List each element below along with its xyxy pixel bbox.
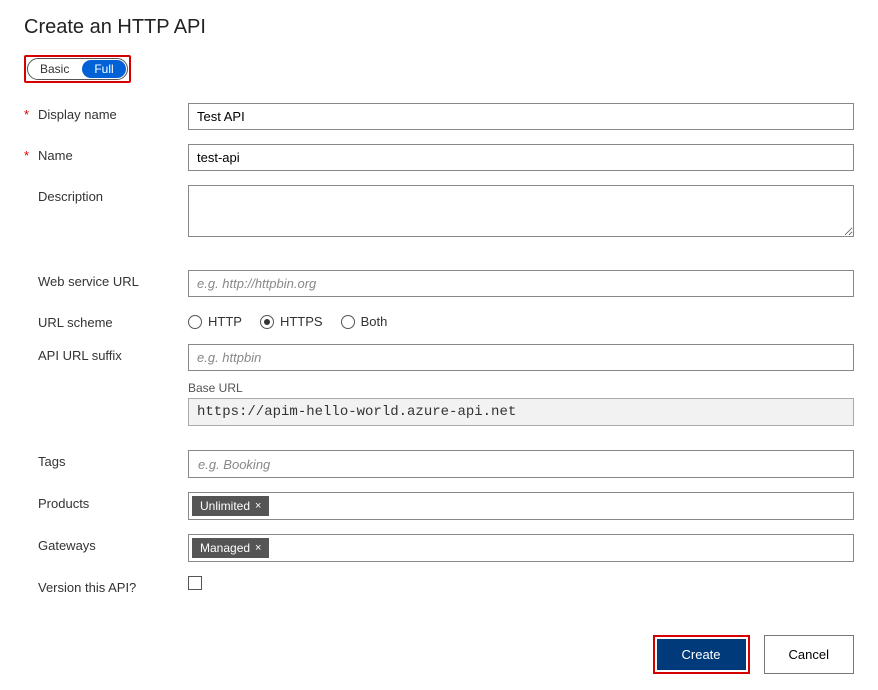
gateways-input[interactable]: Managed× bbox=[188, 534, 854, 562]
version-label: Version this API? bbox=[38, 580, 136, 595]
url-scheme-label: URL scheme bbox=[38, 315, 113, 330]
toggle-basic[interactable]: Basic bbox=[28, 59, 81, 79]
required-mark: * bbox=[24, 148, 32, 163]
description-input[interactable] bbox=[188, 185, 854, 237]
radio-http[interactable]: HTTP bbox=[188, 314, 242, 329]
required-mark: * bbox=[24, 107, 32, 122]
gateways-label: Gateways bbox=[38, 538, 96, 553]
name-input[interactable] bbox=[188, 144, 854, 171]
toggle-full[interactable]: Full bbox=[82, 60, 125, 78]
api-url-suffix-label: API URL suffix bbox=[38, 348, 122, 363]
view-toggle[interactable]: Basic Full bbox=[27, 58, 128, 80]
radio-https[interactable]: HTTPS bbox=[260, 314, 323, 329]
base-url-value: https://apim-hello-world.azure-api.net bbox=[188, 398, 854, 426]
cancel-button[interactable]: Cancel bbox=[764, 635, 854, 674]
display-name-label: Display name bbox=[38, 107, 117, 122]
description-label: Description bbox=[38, 189, 103, 204]
tags-input[interactable]: e.g. Booking bbox=[188, 450, 854, 478]
products-input[interactable]: Unlimited× bbox=[188, 492, 854, 520]
web-service-url-input[interactable] bbox=[188, 270, 854, 297]
api-url-suffix-input[interactable] bbox=[188, 344, 854, 371]
page-title: Create an HTTP API bbox=[24, 16, 854, 39]
remove-icon[interactable]: × bbox=[255, 500, 261, 512]
name-label: Name bbox=[38, 148, 73, 163]
display-name-input[interactable] bbox=[188, 103, 854, 130]
web-service-url-label: Web service URL bbox=[38, 274, 139, 289]
tags-label: Tags bbox=[38, 454, 65, 469]
radio-both[interactable]: Both bbox=[341, 314, 388, 329]
remove-icon[interactable]: × bbox=[255, 542, 261, 554]
products-label: Products bbox=[38, 496, 89, 511]
product-chip[interactable]: Unlimited× bbox=[192, 496, 269, 516]
base-url-label: Base URL bbox=[188, 381, 854, 395]
version-checkbox[interactable] bbox=[188, 576, 202, 590]
create-button[interactable]: Create bbox=[657, 639, 746, 670]
gateway-chip[interactable]: Managed× bbox=[192, 538, 269, 558]
